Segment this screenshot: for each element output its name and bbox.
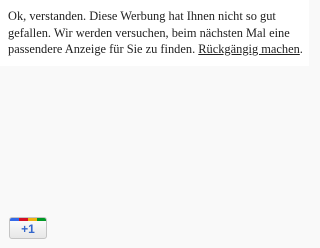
plus-one-icon: +1 bbox=[21, 222, 35, 236]
strip-green bbox=[37, 218, 46, 221]
notice-period: . bbox=[299, 42, 303, 56]
google-color-strip bbox=[10, 218, 46, 221]
undo-link[interactable]: Rückgängig machen bbox=[198, 42, 300, 56]
google-plus-one-button[interactable]: +1 bbox=[9, 217, 47, 239]
strip-blue bbox=[10, 218, 19, 221]
strip-yellow bbox=[28, 218, 37, 221]
strip-red bbox=[19, 218, 28, 221]
ad-feedback-notice: Ok, verstanden. Diese Werbung hat Ihnen … bbox=[0, 0, 309, 66]
